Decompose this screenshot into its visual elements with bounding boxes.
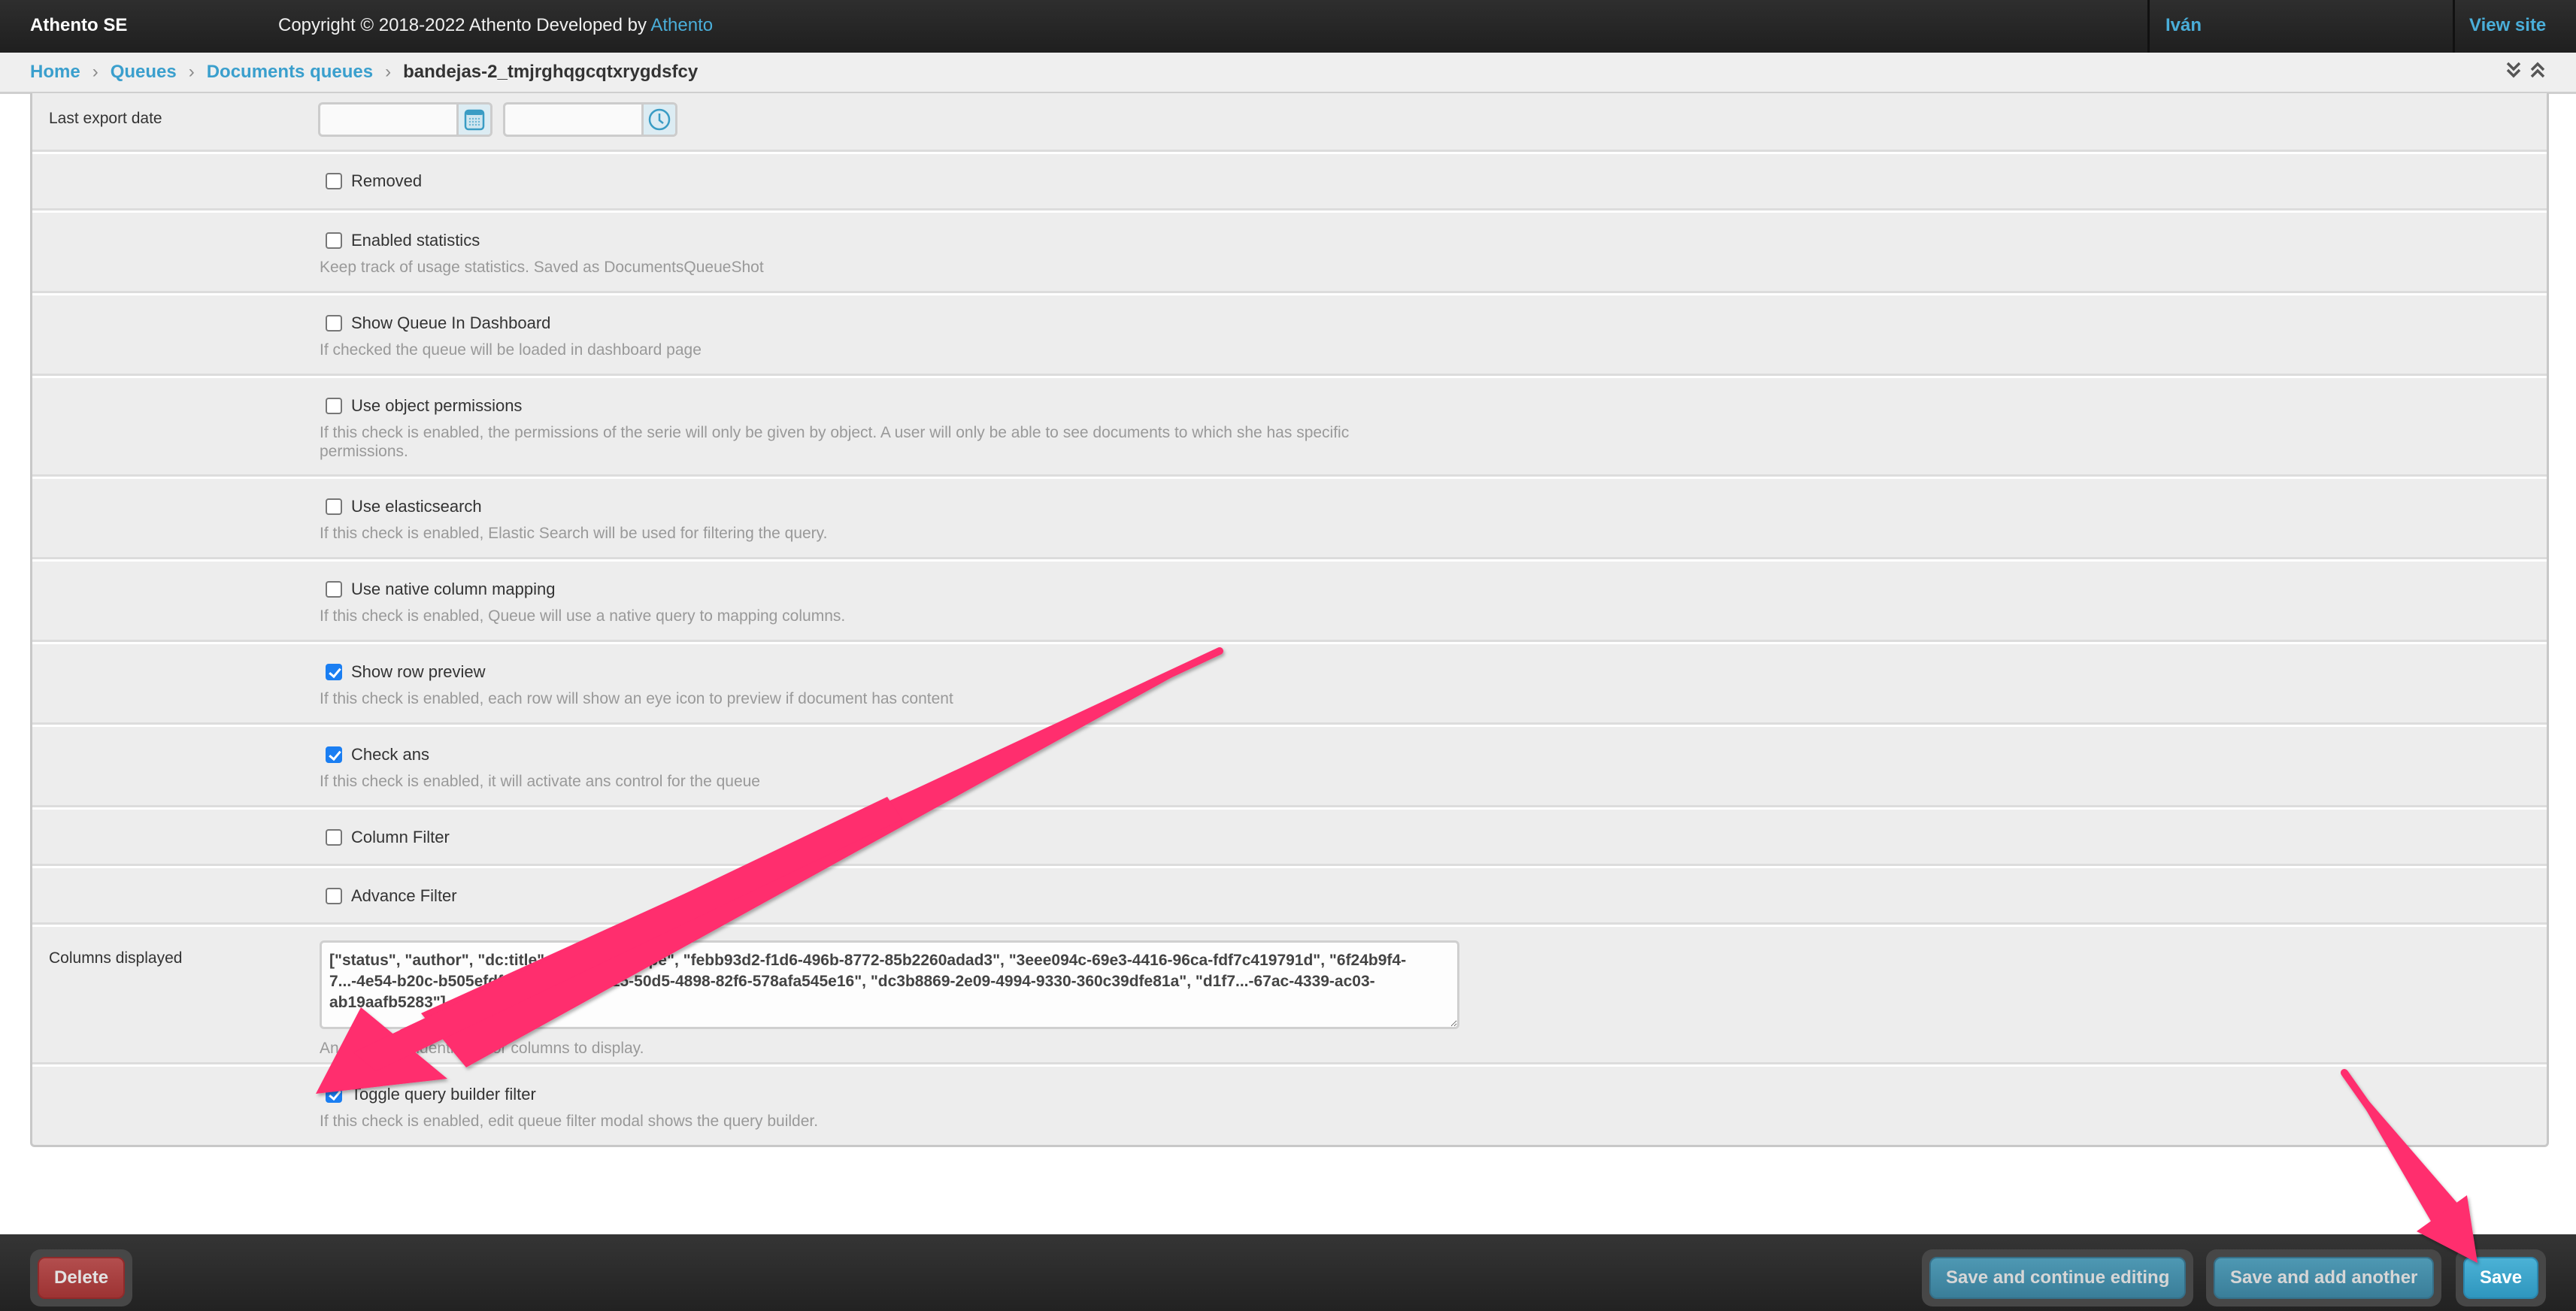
advance-filter-checkbox[interactable] [326,888,342,904]
use-native-column-mapping-checkbox[interactable] [326,581,342,598]
row-use-native-column-mapping: Use native column mapping If this check … [32,562,2547,642]
queue-form: Last export date Removed Enabled statist… [30,93,2549,1147]
help-text: If this check is enabled, the permission… [320,424,1350,460]
date-field[interactable] [320,104,456,135]
field-label: Columns displayed [49,949,183,967]
time-input[interactable] [503,102,677,137]
column-filter-checkbox[interactable] [326,829,342,846]
clock-icon [648,108,671,131]
chevron-right-icon: › [92,62,98,82]
breadcrumb-home[interactable]: Home [30,62,80,83]
copyright-text: Copyright © 2018-2022 Athento Developed … [278,15,713,36]
checkbox-label: Check ans [351,745,429,764]
help-text: If this check is enabled, Queue will use… [320,607,846,625]
checkbox-label: Show Queue In Dashboard [351,313,551,332]
help-text: If this check is enabled, each row will … [320,690,953,707]
header-divider [2453,0,2455,53]
delete-button[interactable]: Delete [38,1257,126,1299]
breadcrumb: Home › Queues › Documents queues › bande… [30,62,698,83]
checkbox-label: Show row preview [351,662,486,681]
use-elasticsearch-checkbox[interactable] [326,498,342,515]
user-menu[interactable]: Iván [2165,15,2202,36]
date-input[interactable] [318,102,492,137]
row-use-elasticsearch: Use elasticsearch If this check is enabl… [32,479,2547,559]
breadcrumb-current: bandejas-2_tmjrghqgcqtxrygdsfcy [403,62,699,82]
row-check-ans: Check ans If this check is enabled, it w… [32,727,2547,807]
expand-all-icon[interactable] [2505,60,2522,80]
checkbox-label: Advance Filter [351,886,457,905]
checkbox-label: Column Filter [351,828,450,846]
row-column-filter: Column Filter [32,810,2547,866]
help-text: If this check is enabled, Elastic Search… [320,525,828,542]
check-ans-checkbox[interactable] [326,746,342,763]
row-advance-filter: Advance Filter [32,868,2547,925]
show-row-preview-checkbox[interactable] [326,664,342,680]
checkbox-label: Toggle query builder filter [351,1085,536,1104]
columns-displayed-textarea[interactable]: ["status", "author", "dc:title", "s...",… [320,940,1459,1029]
row-show-queue-in-dashboard: Show Queue In Dashboard If checked the q… [32,295,2547,376]
show-queue-in-dashboard-checkbox[interactable] [326,315,342,332]
row-columns-displayed: Columns displayed ["status", "author", "… [32,927,2547,1064]
chevron-right-icon: › [385,62,392,82]
save-button[interactable]: Save [2463,1257,2539,1299]
chevron-right-icon: › [188,62,195,82]
removed-checkbox[interactable] [326,173,342,189]
save-and-add-another-button[interactable]: Save and add another [2214,1257,2435,1299]
row-toggle-query-builder-filter: Toggle query builder filter If this chec… [32,1067,2547,1145]
brand-title: Athento SE [30,15,128,35]
checkbox-label: Use object permissions [351,396,523,415]
breadcrumb-queues[interactable]: Queues [111,62,177,83]
submit-row: Delete Save and continue editing Save an… [0,1234,2576,1311]
calendar-button[interactable] [456,104,490,135]
top-header: Athento SE Copyright © 2018-2022 Athento… [0,0,2576,53]
help-text: An array with identifiers for columns to… [320,1040,644,1057]
help-text: If checked the queue will be loaded in d… [320,341,702,359]
calendar-icon [464,109,485,131]
copyright-prefix: Copyright © 2018-2022 Athento Developed … [278,15,651,35]
time-field[interactable] [505,104,641,135]
row-use-object-permissions: Use object permissions If this check is … [32,378,2547,477]
checkbox-label: Use elasticsearch [351,497,482,516]
checkbox-label: Use native column mapping [351,580,556,598]
toggle-query-builder-filter-checkbox[interactable] [326,1086,342,1103]
header-divider [2147,0,2150,53]
collapse-all-icon[interactable] [2529,60,2546,80]
help-text: Keep track of usage statistics. Saved as… [320,259,764,276]
clock-button[interactable] [641,104,675,135]
help-text: If this check is enabled, it will activa… [320,773,760,790]
athento-link[interactable]: Athento [650,15,713,35]
row-show-row-preview: Show row preview If this check is enable… [32,644,2547,725]
field-label: Last export date [49,110,162,127]
breadcrumb-documents-queues[interactable]: Documents queues [207,62,373,83]
breadcrumb-bar: Home › Queues › Documents queues › bande… [0,53,2576,94]
row-removed: Removed [32,154,2547,210]
help-text: If this check is enabled, edit queue fil… [320,1113,819,1130]
view-site-link[interactable]: View site [2469,15,2546,36]
save-and-continue-button[interactable]: Save and continue editing [1929,1257,2187,1299]
checkbox-label: Removed [351,171,423,190]
use-object-permissions-checkbox[interactable] [326,398,342,414]
row-enabled-statistics: Enabled statistics Keep track of usage s… [32,213,2547,293]
enabled-statistics-checkbox[interactable] [326,232,342,249]
row-last-export-date: Last export date [32,93,2547,152]
checkbox-label: Enabled statistics [351,231,480,250]
collapse-controls [2505,60,2546,80]
